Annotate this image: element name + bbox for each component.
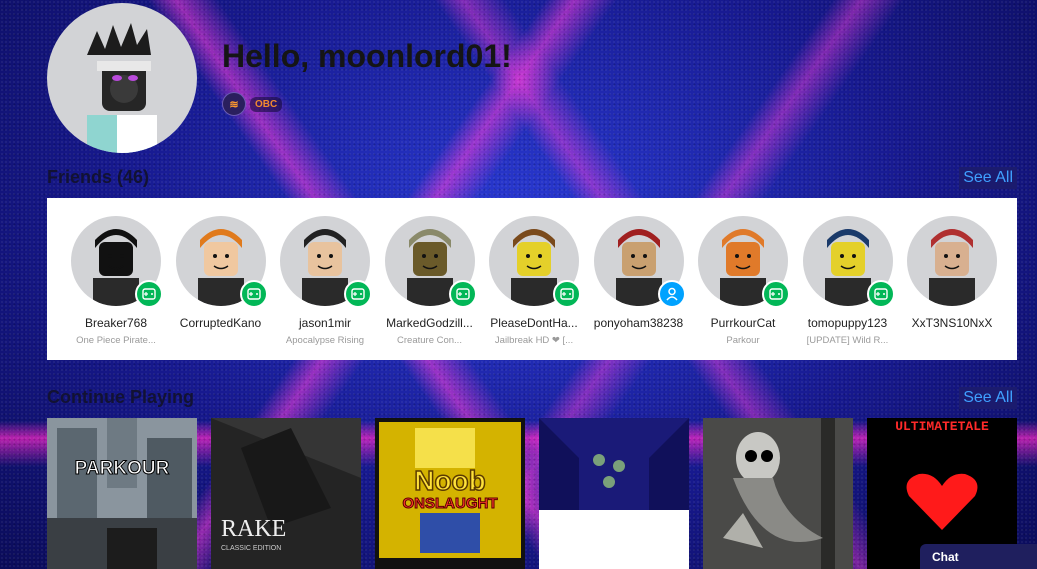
friend-name[interactable]: ponyoham38238 [587, 316, 691, 330]
friend-game-label[interactable]: Apocalypse Rising [273, 335, 377, 346]
friend-avatar[interactable] [384, 216, 477, 308]
friend-avatar[interactable] [698, 216, 790, 308]
friend-name[interactable]: PurrkourCat [691, 316, 795, 330]
svg-text:RAKE: RAKE [221, 516, 286, 542]
friends-list: Breaker768 One Piece Pirate... CorruptedKa… [47, 198, 1017, 360]
in-game-status-icon [553, 280, 581, 308]
friend-item[interactable]: MarkedGodzill... Creature Con... [378, 216, 482, 346]
game-tile[interactable]: RAKE CLASSIC EDITION [211, 418, 361, 569]
friend-avatar[interactable] [907, 216, 997, 306]
in-game-status-icon [239, 280, 268, 308]
friend-avatar[interactable] [71, 216, 163, 308]
friend-avatar[interactable] [280, 216, 372, 308]
game-thumbnail: PARKOUR [47, 418, 197, 569]
friends-section-title: Friends (46) [47, 167, 150, 187]
game-thumbnail [703, 418, 853, 569]
friend-item[interactable]: CorruptedKano [169, 216, 273, 335]
svg-text:ULTIMATETALE: ULTIMATETALE [895, 419, 989, 434]
svg-text:Noob: Noob [414, 465, 486, 496]
friend-name[interactable]: MarkedGodzill... [378, 316, 482, 330]
in-game-status-icon [344, 280, 372, 308]
friend-avatar[interactable] [593, 216, 686, 308]
friend-game-label[interactable]: Jailbreak HD ❤ [... [482, 335, 586, 346]
friend-item[interactable]: PurrkourCat Parkour [691, 216, 795, 346]
game-tile[interactable]: PARKOUR [47, 418, 197, 569]
friend-name[interactable]: Breaker768 [64, 316, 168, 330]
game-tile[interactable] [539, 418, 689, 569]
badge-label: OBC [250, 96, 283, 112]
game-tile[interactable] [703, 418, 853, 569]
friend-game-label[interactable]: [UPDATE] Wild R... [796, 335, 900, 346]
game-tile[interactable]: Noob ONSLAUGHT [375, 418, 525, 569]
user-avatar[interactable] [47, 3, 197, 153]
svg-text:PARKOUR: PARKOUR [75, 458, 170, 479]
friend-game-label[interactable]: Creature Con... [378, 335, 482, 346]
friend-item[interactable]: XxT3NS10NxX [900, 216, 1004, 335]
friend-name[interactable]: XxT3NS10NxX [900, 316, 1004, 330]
friend-item[interactable]: jason1mir Apocalypse Rising [273, 216, 377, 346]
continue-playing-see-all-button[interactable]: See All [959, 387, 1017, 409]
friend-game-label[interactable]: Parkour [691, 335, 795, 346]
svg-text:ONSLAUGHT: ONSLAUGHT [403, 495, 498, 512]
in-game-status-icon [762, 280, 790, 308]
friend-name[interactable]: jason1mir [273, 316, 377, 330]
in-game-status-icon [448, 280, 477, 308]
game-thumbnail: NoobONSLAUGHT [375, 418, 525, 569]
chat-bar[interactable]: Chat [920, 544, 1037, 569]
membership-badge[interactable]: ≋ OBC [222, 92, 283, 116]
friend-avatar[interactable] [802, 216, 895, 308]
friend-avatar[interactable] [489, 216, 581, 308]
obc-badge-icon: ≋ [222, 92, 246, 116]
in-game-status-icon [135, 280, 163, 308]
in-game-status-icon [866, 280, 895, 308]
friend-item[interactable]: tomopuppy123 [UPDATE] Wild R... [796, 216, 900, 346]
continue-playing-title: Continue Playing [47, 387, 195, 407]
friends-see-all-button[interactable]: See All [959, 167, 1017, 189]
svg-text:CLASSIC EDITION: CLASSIC EDITION [221, 545, 281, 552]
game-thumbnail: RAKE CLASSIC EDITION [211, 418, 361, 569]
online-status-icon [657, 280, 686, 308]
friend-avatar-image [907, 216, 997, 306]
game-thumbnail [539, 418, 689, 569]
friend-avatar[interactable] [175, 216, 268, 308]
friend-name[interactable]: CorruptedKano [169, 316, 273, 330]
friend-name[interactable]: PleaseDontHa... [482, 316, 586, 330]
friend-item[interactable]: Breaker768 One Piece Pirate... [64, 216, 168, 346]
friend-game-label[interactable]: One Piece Pirate... [64, 335, 168, 346]
friend-item[interactable]: PleaseDontHa... Jailbreak HD ❤ [... [482, 216, 586, 346]
chat-label: Chat [932, 550, 959, 564]
friend-name[interactable]: tomopuppy123 [796, 316, 900, 330]
friend-item[interactable]: ponyoham38238 [587, 216, 691, 335]
user-avatar-image [87, 23, 157, 153]
greeting-heading: Hello, moonlord01! [222, 38, 512, 74]
